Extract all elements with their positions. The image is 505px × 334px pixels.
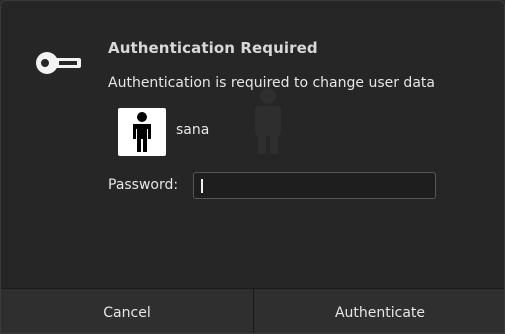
background-person-icon bbox=[255, 88, 281, 154]
person-icon bbox=[133, 112, 151, 152]
password-input[interactable] bbox=[193, 172, 436, 199]
authentication-dialog: Authentication Required Authentication i… bbox=[0, 0, 505, 334]
user-avatar bbox=[118, 108, 166, 156]
dialog-title: Authentication Required bbox=[108, 39, 318, 57]
button-bar: Cancel Authenticate bbox=[1, 288, 504, 333]
dialog-message: Authentication is required to change use… bbox=[108, 75, 435, 91]
cancel-button[interactable]: Cancel bbox=[1, 289, 253, 333]
password-label: Password: bbox=[108, 177, 179, 193]
authenticate-button[interactable]: Authenticate bbox=[253, 289, 504, 333]
text-cursor bbox=[201, 179, 203, 193]
user-name: sana bbox=[176, 122, 210, 138]
key-icon bbox=[36, 52, 81, 74]
